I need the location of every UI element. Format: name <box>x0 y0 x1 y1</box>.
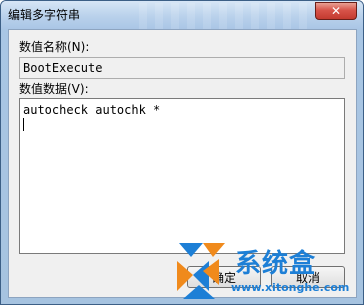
watermark-brand: 系统盒 <box>235 249 317 279</box>
close-icon: ✕ <box>330 4 342 18</box>
title-bar-background <box>131 3 311 29</box>
watermark: 系统盒 www.xitonghe.com <box>173 239 363 303</box>
value-data-text: autocheck autochk * <box>23 103 161 117</box>
text-caret <box>23 118 24 131</box>
value-name-label: 数值名称(N): <box>19 40 90 54</box>
window-title: 编辑多字符串 <box>8 8 81 22</box>
watermark-logo-icon <box>177 243 225 299</box>
value-data-label: 数值数据(V): <box>19 82 89 96</box>
dialog-window: 编辑多字符串 ✕ 数值名称(N): BootExecute 数值数据(V): a… <box>0 0 364 305</box>
watermark-url: www.xitonghe.com <box>231 281 350 294</box>
value-name-field: BootExecute <box>19 57 345 79</box>
value-data-textarea[interactable]: autocheck autochk * <box>19 98 345 254</box>
title-bar[interactable]: 编辑多字符串 ✕ <box>1 1 363 29</box>
close-button[interactable]: ✕ <box>315 2 357 20</box>
